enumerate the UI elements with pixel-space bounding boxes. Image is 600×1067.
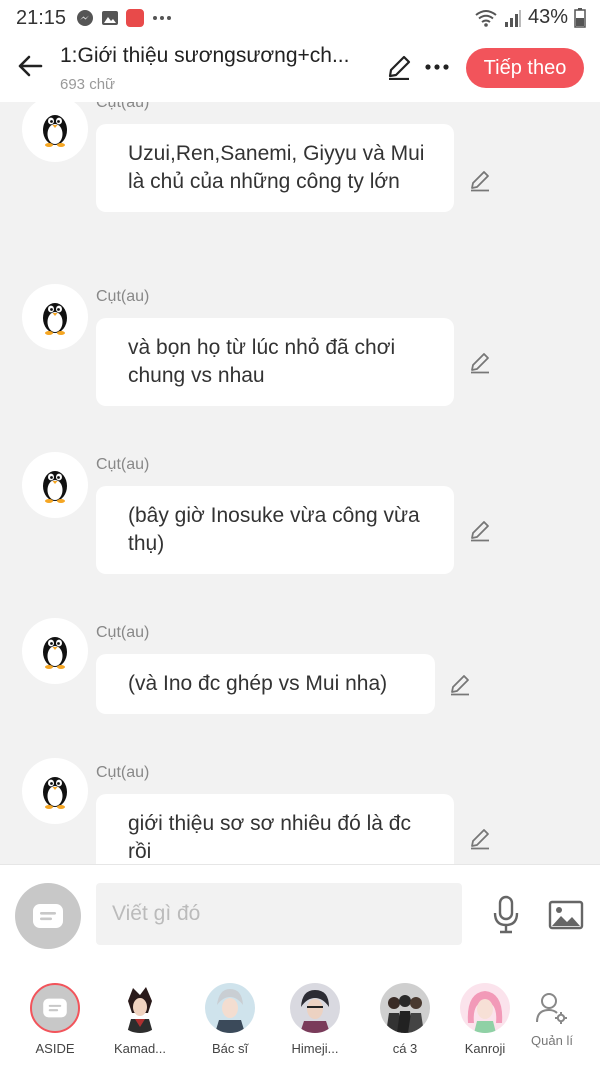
messenger-icon	[77, 10, 94, 26]
character-avatar	[290, 983, 340, 1033]
aside-chat-icon	[33, 904, 63, 928]
back-button[interactable]	[14, 50, 46, 82]
more-icon	[425, 64, 449, 70]
character-label: Kanroji	[464, 1041, 506, 1056]
microphone-icon	[493, 895, 519, 934]
aside-avatar	[30, 983, 80, 1033]
message-bubble[interactable]: Uzui,Ren,Sanemi, Giyyu và Mui là chủ của…	[96, 124, 454, 212]
anime-character-avatar	[467, 991, 503, 1033]
wifi-icon	[475, 9, 497, 27]
anime-character-avatar	[127, 987, 153, 1033]
character-avatar	[460, 983, 510, 1033]
edit-message-button[interactable]	[466, 166, 494, 194]
edit-title-button[interactable]	[384, 52, 414, 82]
chapter-header: 1:Giới thiệu sươngsương+ch... 693 chữ Ti…	[0, 36, 600, 102]
character-avatar	[115, 983, 165, 1033]
sender-name: Cụt(au)	[96, 456, 150, 473]
character-kamado[interactable]: Kamad...	[97, 983, 183, 1056]
edit-message-button[interactable]	[466, 348, 494, 376]
penguin-icon	[43, 303, 67, 335]
penguin-icon	[43, 115, 67, 147]
pencil-icon	[451, 675, 469, 696]
character-label: Quản lí	[531, 1033, 573, 1048]
aside-toggle-button[interactable]	[15, 883, 81, 949]
penguin-icon	[43, 637, 67, 669]
battery-percent: 43%	[527, 6, 568, 28]
pencil-icon	[471, 829, 489, 850]
character-label: Kamad...	[113, 1041, 167, 1056]
message-bubble[interactable]: (và Ino đc ghép vs Mui nha)	[96, 654, 435, 714]
pencil-icon	[388, 55, 411, 80]
sender-name: Cụt(au)	[96, 102, 150, 111]
message-bubble[interactable]: (bây giờ Inosuke vừa công vừa thụ)	[96, 486, 454, 574]
manga-toon-app-icon	[126, 9, 145, 27]
message-composer	[0, 864, 600, 964]
character-group-3[interactable]: cá 3	[362, 983, 448, 1056]
character-label: ASIDE	[35, 1041, 75, 1056]
insert-image-button[interactable]	[546, 895, 586, 935]
manage-characters-button[interactable]: Quản lí	[509, 983, 595, 1048]
character-label: cá 3	[392, 1041, 418, 1056]
status-time: 21:15	[16, 6, 67, 29]
sender-name: Cụt(au)	[96, 288, 150, 305]
pencil-icon	[471, 171, 489, 192]
character-label: Bác sĩ	[211, 1041, 249, 1056]
chapter-title: 1:Giới thiệu sươngsương+ch...	[60, 44, 350, 67]
message-input[interactable]	[96, 883, 462, 945]
penguin-icon	[43, 777, 67, 809]
character-doctor[interactable]: Bác sĩ	[187, 983, 273, 1056]
pencil-icon	[471, 353, 489, 374]
edit-message-button[interactable]	[466, 516, 494, 544]
user-settings-icon	[536, 993, 567, 1024]
pencil-icon	[471, 521, 489, 542]
aside-chat-icon	[43, 998, 67, 1018]
edit-message-button[interactable]	[466, 824, 494, 852]
group-avatar-icon	[386, 995, 424, 1033]
status-right: 43%	[474, 6, 586, 29]
message-bubble[interactable]: và bọn họ từ lúc nhỏ đã chơi chung vs nh…	[96, 318, 454, 406]
penguin-avatar[interactable]	[22, 618, 88, 684]
signal-icon	[504, 9, 521, 27]
penguin-avatar[interactable]	[22, 284, 88, 350]
anime-character-avatar	[215, 989, 245, 1033]
battery-icon	[574, 7, 586, 28]
character-himejima[interactable]: Himeji...	[272, 983, 358, 1056]
next-button[interactable]: Tiếp theo	[466, 48, 584, 88]
penguin-avatar[interactable]	[22, 102, 88, 162]
gallery-notification-icon	[102, 11, 119, 25]
anime-character-avatar	[300, 990, 330, 1033]
character-label: Himeji...	[291, 1041, 339, 1056]
manage-avatar	[527, 983, 577, 1033]
arrow-left-icon	[18, 55, 43, 77]
sender-name: Cụt(au)	[96, 624, 150, 641]
status-bar: 21:15 43%	[0, 0, 600, 36]
penguin-avatar[interactable]	[22, 758, 88, 824]
edit-message-button[interactable]	[446, 670, 474, 698]
more-notifications-icon	[153, 16, 172, 20]
notification-icons	[76, 9, 173, 27]
message-bubble[interactable]: giới thiệu sơ sơ nhiêu đó là đc rồi	[96, 794, 454, 864]
penguin-avatar[interactable]	[22, 452, 88, 518]
character-avatar	[380, 983, 430, 1033]
character-selector: ASIDE Kamad... Bác sĩ Himeji... cá 3 Kan…	[0, 963, 600, 1067]
image-icon	[548, 900, 584, 930]
voice-button[interactable]	[486, 893, 526, 937]
more-options-button[interactable]	[422, 52, 452, 82]
character-aside[interactable]: ASIDE	[12, 983, 98, 1056]
word-count: 693 chữ	[60, 76, 116, 93]
character-avatar	[205, 983, 255, 1033]
penguin-icon	[43, 471, 67, 503]
sender-name: Cụt(au)	[96, 764, 150, 781]
chat-area[interactable]: Cụt(au) Uzui,Ren,Sanemi, Giyyu và Mui là…	[0, 102, 600, 864]
